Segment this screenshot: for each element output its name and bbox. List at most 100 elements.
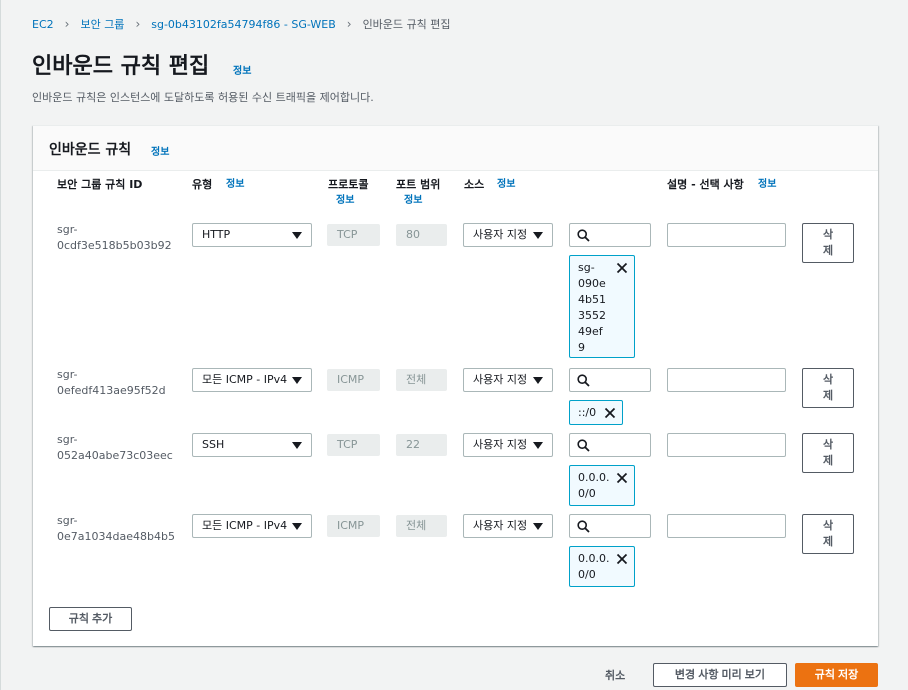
delete-rule-button[interactable]: 삭 제 xyxy=(802,223,854,263)
rule-id-value: 0cdf3e518b5b03b92 xyxy=(57,239,172,252)
source-search-input[interactable] xyxy=(569,514,651,538)
inbound-rules-panel: 인바운드 규칙 정보 보안 그룹 규칙 ID 유형 정보 프로토콜 정보 포트 … xyxy=(33,125,878,646)
col-header-protocol: 프로토콜 xyxy=(328,178,369,191)
source-search-input[interactable] xyxy=(569,223,651,247)
token-text: 49ef xyxy=(578,325,603,338)
remove-token-icon[interactable] xyxy=(616,553,628,565)
save-rules-button[interactable]: 규칙 저장 xyxy=(795,663,878,687)
panel-header: 인바운드 규칙 정보 xyxy=(33,126,878,171)
page-title: 인바운드 규칙 편집 xyxy=(32,54,210,79)
col-header-type: 유형 xyxy=(192,178,213,191)
delete-label: 제 xyxy=(822,389,834,402)
port-range-field: 전체 xyxy=(396,515,447,537)
source-type-value: 사용자 지정 xyxy=(473,438,528,451)
source-type-value: 사용자 지정 xyxy=(473,519,528,532)
type-select[interactable]: 모든 ICMP - IPv4 xyxy=(192,514,312,538)
type-select-value: 모든 ICMP - IPv4 xyxy=(202,373,288,386)
type-select-value: 모든 ICMP - IPv4 xyxy=(202,519,288,532)
delete-label: 삭 xyxy=(822,373,834,386)
description-input[interactable] xyxy=(667,433,786,457)
col-header-port-range: 포트 범위 xyxy=(396,178,441,191)
protocol-field: ICMP xyxy=(327,369,380,391)
source-type-select[interactable]: 사용자 지정 xyxy=(463,368,553,392)
col-header-rule-id: 보안 그룹 규칙 ID xyxy=(57,178,143,191)
rule-id-prefix: sgr- xyxy=(57,433,78,446)
rule-id-prefix: sgr- xyxy=(57,223,78,236)
token-text: 4b51 xyxy=(578,293,606,306)
token-text: 9 xyxy=(578,341,585,354)
source-search-input[interactable] xyxy=(569,433,651,457)
panel-title: 인바운드 규칙 xyxy=(49,142,132,158)
remove-token-icon[interactable] xyxy=(604,407,616,419)
description-input[interactable] xyxy=(667,223,786,247)
caret-down-icon xyxy=(533,377,543,384)
caret-down-icon xyxy=(292,377,302,384)
search-icon xyxy=(577,439,590,452)
breadcrumb-security-groups[interactable]: 보안 그룹 xyxy=(80,16,124,32)
rule-id-value: 052a40abe73c03eec xyxy=(57,449,173,462)
breadcrumb-ec2[interactable]: EC2 xyxy=(32,18,54,31)
col-header-source: 소스 xyxy=(464,178,485,191)
search-icon xyxy=(577,374,590,387)
delete-label: 삭 xyxy=(822,228,834,241)
caret-down-icon xyxy=(533,442,543,449)
delete-rule-button[interactable]: 삭 제 xyxy=(802,368,854,408)
caret-down-icon xyxy=(533,523,543,530)
rule-id-prefix: sgr- xyxy=(57,514,78,527)
rule-id: sgr- 0cdf3e518b5b03b92 xyxy=(57,222,172,254)
rule-id: sgr- 0efedf413ae95f52d xyxy=(57,367,166,399)
col-source-info-link[interactable]: 정보 xyxy=(497,177,515,193)
col-port-info-link[interactable]: 정보 xyxy=(404,193,422,209)
breadcrumb-security-group[interactable]: sg-0b43102fa54794f86 - SG-WEB xyxy=(151,18,336,31)
port-range-field: 22 xyxy=(396,434,447,456)
col-header-description: 설명 - 선택 사항 xyxy=(667,178,744,191)
col-description-info-link[interactable]: 정보 xyxy=(758,177,776,193)
search-icon xyxy=(577,520,590,533)
chevron-right-icon: › xyxy=(135,17,141,31)
delete-rule-button[interactable]: 삭 제 xyxy=(802,433,854,473)
source-token: 0.0.0. 0/0 xyxy=(569,465,635,506)
caret-down-icon xyxy=(292,442,302,449)
type-select-value: HTTP xyxy=(202,228,231,241)
source-token: ::/0 xyxy=(569,400,623,425)
token-text: 0/0 xyxy=(578,487,596,500)
caret-down-icon xyxy=(292,232,302,239)
panel-info-link[interactable]: 정보 xyxy=(151,143,169,158)
description-input[interactable] xyxy=(667,368,786,392)
breadcrumb-current: 인바운드 규칙 편집 xyxy=(362,18,451,31)
add-rule-button[interactable]: 규칙 추가 xyxy=(49,607,132,631)
search-icon xyxy=(577,229,590,242)
remove-token-icon[interactable] xyxy=(616,262,628,274)
caret-down-icon xyxy=(533,232,543,239)
source-type-select[interactable]: 사용자 지정 xyxy=(463,433,553,457)
source-type-select[interactable]: 사용자 지정 xyxy=(463,223,553,247)
caret-down-icon xyxy=(292,523,302,530)
remove-token-icon[interactable] xyxy=(616,472,628,484)
page-info-link[interactable]: 정보 xyxy=(233,62,251,77)
source-type-value: 사용자 지정 xyxy=(473,373,528,386)
page-description: 인바운드 규칙은 인스턴스에 도달하도록 허용된 수신 트래픽을 제어합니다. xyxy=(32,91,374,104)
rule-id-prefix: sgr- xyxy=(57,368,78,381)
breadcrumb: EC2 › 보안 그룹 › sg-0b43102fa54794f86 - SG-… xyxy=(32,16,451,32)
description-input[interactable] xyxy=(667,514,786,538)
source-search-input[interactable] xyxy=(569,368,651,392)
port-range-field: 전체 xyxy=(396,369,447,391)
token-text: 0/0 xyxy=(578,568,596,581)
left-rail xyxy=(0,0,1,690)
rule-id: sgr- 0e7a1034dae48b4b5 xyxy=(57,513,175,545)
type-select[interactable]: HTTP xyxy=(192,223,312,247)
protocol-field: ICMP xyxy=(327,515,380,537)
delete-rule-button[interactable]: 삭 제 xyxy=(802,514,854,554)
protocol-field: TCP xyxy=(327,224,380,246)
type-select[interactable]: 모든 ICMP - IPv4 xyxy=(192,368,312,392)
delete-label: 제 xyxy=(822,454,834,467)
type-select[interactable]: SSH xyxy=(192,433,312,457)
token-text: 3552 xyxy=(578,309,606,322)
source-type-select[interactable]: 사용자 지정 xyxy=(463,514,553,538)
rule-id-value: 0e7a1034dae48b4b5 xyxy=(57,530,175,543)
col-protocol-info-link[interactable]: 정보 xyxy=(336,193,354,209)
preview-changes-button[interactable]: 변경 사항 미리 보기 xyxy=(653,663,787,687)
cancel-button[interactable]: 취소 xyxy=(605,667,625,683)
delete-label: 삭 xyxy=(822,438,834,451)
col-type-info-link[interactable]: 정보 xyxy=(226,177,244,193)
